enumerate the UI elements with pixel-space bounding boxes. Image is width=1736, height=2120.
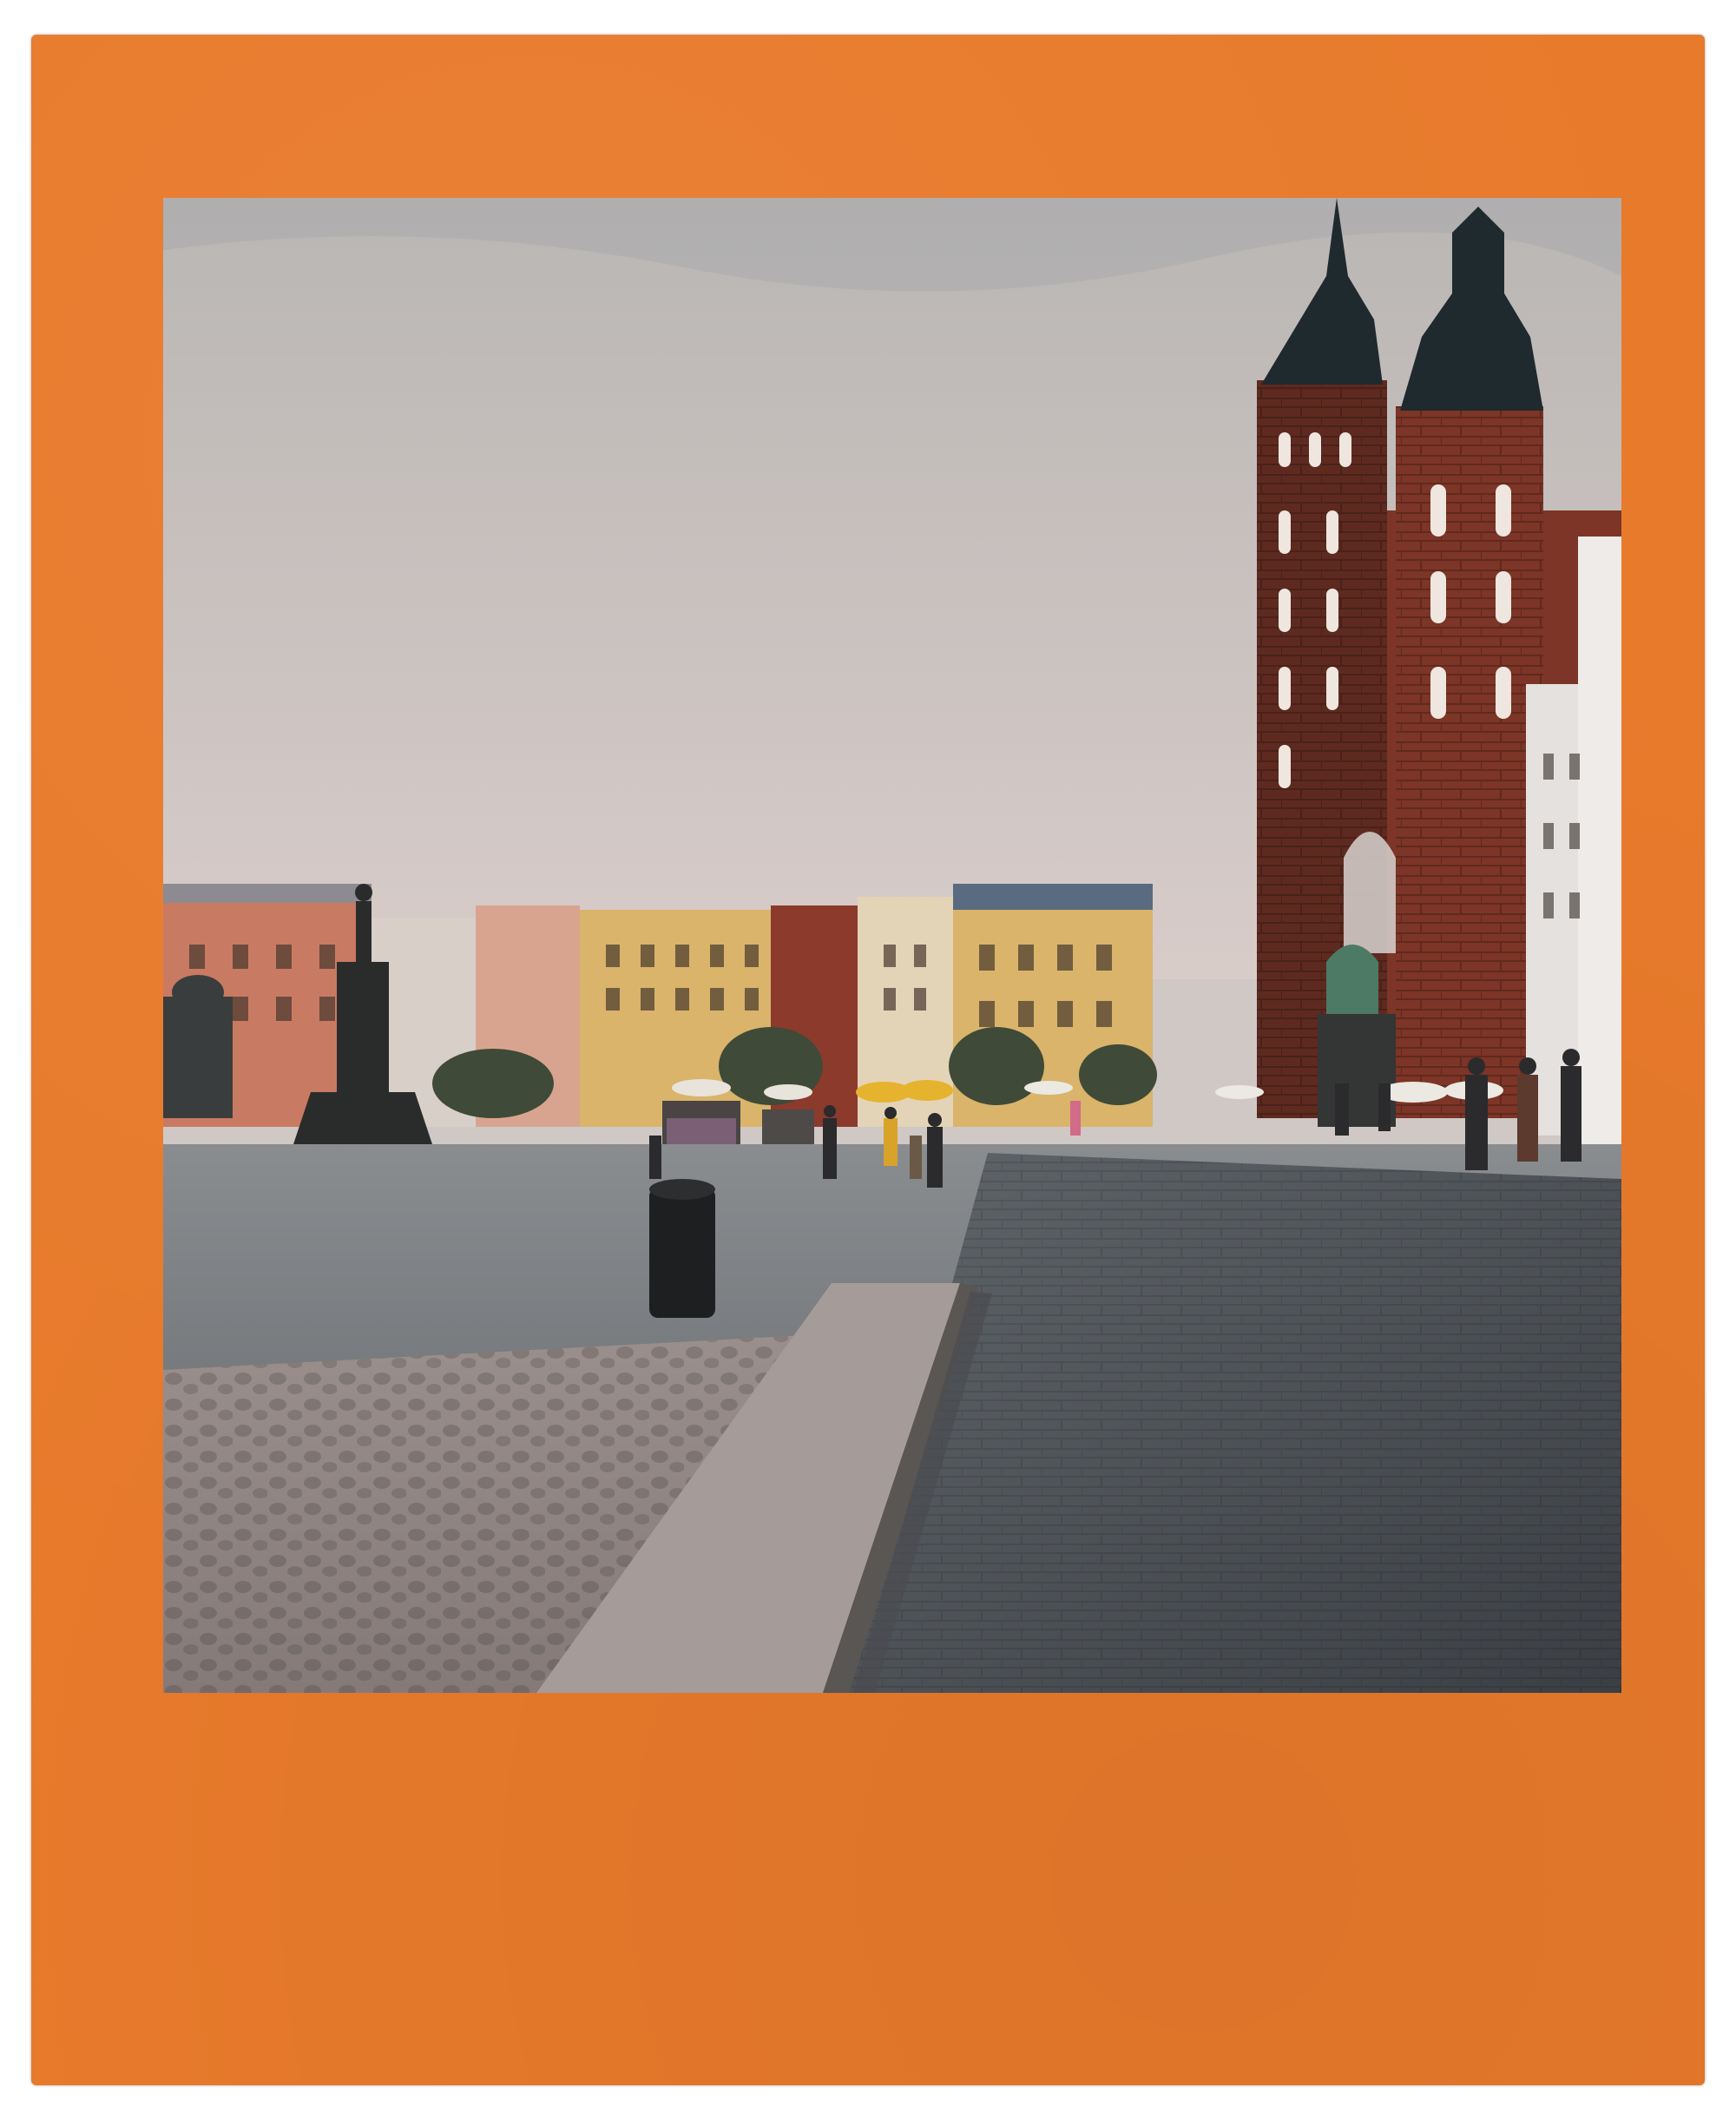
photo: [163, 198, 1621, 1693]
bollard: [649, 1179, 715, 1318]
photo-scene: [163, 198, 1621, 1693]
film-frame: [31, 35, 1705, 2085]
kiosk-left: [163, 975, 233, 1118]
